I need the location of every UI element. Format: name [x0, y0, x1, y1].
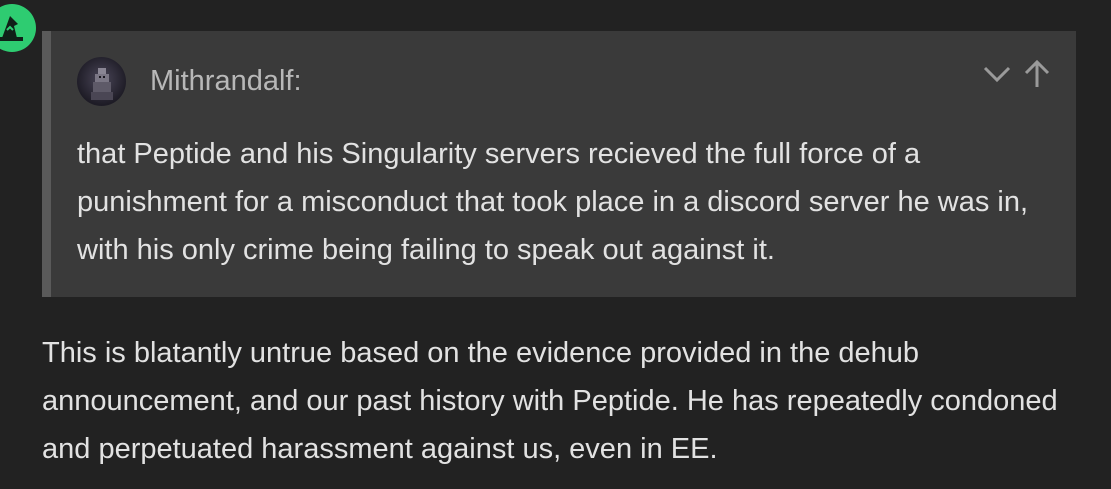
arrow-up-icon[interactable]: [1024, 59, 1050, 89]
avatar-image: [91, 67, 113, 100]
quote-controls: [982, 59, 1050, 89]
reply-text: This is blatantly untrue based on the ev…: [42, 337, 1058, 465]
quote-text: that Peptide and his Singularity servers…: [77, 138, 1029, 266]
quote-block: Mithrandalf: that Peptide and his Singul…: [42, 31, 1076, 297]
wizard-hat-icon: [0, 16, 23, 41]
quote-header: Mithrandalf:: [77, 55, 302, 107]
avatar[interactable]: [77, 56, 126, 106]
post: Mithrandalf: that Peptide and his Singul…: [0, 0, 1111, 489]
chevron-down-icon[interactable]: [982, 64, 1012, 84]
quote-author[interactable]: Mithrandalf:: [150, 65, 302, 98]
user-badge[interactable]: [0, 4, 36, 52]
